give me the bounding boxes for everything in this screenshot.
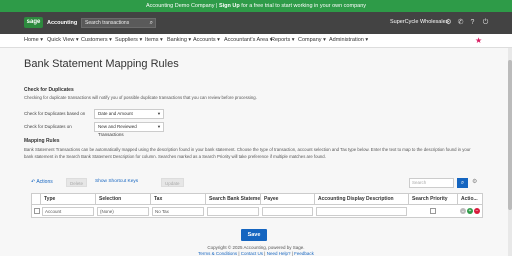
table-header: Type Selection Tax Search Bank Statement…: [31, 193, 483, 206]
terms-link[interactable]: Terms & Conditions: [198, 251, 237, 256]
duplicates-description: Checking for duplicate transactions will…: [24, 95, 257, 100]
gear-icon[interactable]: ⚙: [444, 18, 453, 27]
nav-customers[interactable]: Customers ▾: [81, 37, 112, 43]
nav-company[interactable]: Company ▾: [298, 37, 326, 43]
search-placeholder: Search transactions: [85, 20, 130, 26]
search-priority-checkbox[interactable]: [430, 208, 436, 214]
show-shortcut-keys-link[interactable]: Show Shortcut Keys: [95, 179, 138, 184]
trial-banner: Accounting Demo Company | Sign Up for a …: [0, 0, 512, 12]
phone-icon[interactable]: ✆: [456, 18, 465, 27]
chevron-down-icon: ▼: [157, 111, 161, 116]
app-name: Accounting: [47, 20, 78, 26]
contact-link[interactable]: Contact Us: [241, 251, 263, 256]
banner-text-prefix: Accounting Demo Company |: [146, 3, 219, 9]
search-bank-statement-cell[interactable]: [207, 207, 259, 216]
power-icon[interactable]: ⏻: [481, 18, 490, 27]
mapping-rules-heading: Mapping Rules: [24, 138, 60, 144]
save-button[interactable]: Save: [241, 229, 267, 241]
dup-on-value: New and Reviewed Transactions: [98, 124, 137, 137]
duplicates-heading: Check for Duplicates: [24, 87, 74, 93]
nav-banking[interactable]: Banking ▾: [167, 37, 191, 43]
nav-quick-view[interactable]: Quick View ▾: [47, 37, 79, 43]
feedback-link[interactable]: Feedback: [294, 251, 314, 256]
banner-text-suffix: for a free trial to start working in you…: [239, 3, 366, 9]
favourite-star-icon[interactable]: ★: [475, 36, 482, 45]
grid-search-input[interactable]: Search: [409, 178, 454, 188]
table-row: Account (None) No Tax ⌄ + −: [31, 205, 483, 218]
help-link[interactable]: Need Help?: [267, 251, 291, 256]
column-settings-icon[interactable]: ⚙: [472, 178, 477, 185]
nav-accountants-area[interactable]: Accountant's Area ▾: [224, 37, 272, 43]
update-button[interactable]: Update: [161, 178, 184, 187]
selection-cell[interactable]: (None): [97, 207, 149, 216]
sage-logo[interactable]: sage: [24, 17, 43, 28]
page-title: Bank Statement Mapping Rules: [24, 58, 179, 70]
dup-on-select[interactable]: New and Reviewed Transactions ▼: [94, 122, 164, 137]
nav-accounts[interactable]: Accounts ▾: [193, 37, 220, 43]
delete-button[interactable]: Delete: [66, 178, 88, 187]
description-cell[interactable]: [316, 207, 407, 216]
nav-administration[interactable]: Administration ▾: [329, 37, 368, 43]
nav-reports[interactable]: Reports ▾: [271, 37, 295, 43]
undo-icon: ↶: [31, 179, 36, 185]
grid-search-button[interactable]: ⌕: [457, 178, 468, 188]
chevron-down-icon[interactable]: ⌄: [460, 208, 466, 214]
type-cell[interactable]: Account: [42, 207, 94, 216]
dup-based-select[interactable]: Date and Amount ▼: [94, 109, 164, 119]
payee-cell[interactable]: [262, 207, 313, 216]
sign-up-link[interactable]: Sign Up: [219, 3, 240, 9]
main-nav: Home ▾ Quick View ▾ Customers ▾ Supplier…: [0, 34, 512, 48]
add-row-icon[interactable]: +: [467, 208, 473, 214]
company-name[interactable]: SuperCycle Wholesales: [390, 19, 448, 25]
search-icon[interactable]: ⌕: [150, 19, 153, 27]
dup-based-value: Date and Amount: [98, 111, 133, 116]
search-icon: ⌕: [460, 180, 465, 186]
dup-on-label: Check for Duplicates on: [24, 124, 72, 129]
mapping-description-2: bank statement in the Search Bank Statem…: [24, 154, 326, 159]
row-checkbox[interactable]: [34, 208, 40, 214]
chevron-down-icon: ▼: [157, 124, 161, 129]
transaction-search-input[interactable]: Search transactions ⌕: [81, 18, 156, 28]
footer-links: Terms & Conditions | Contact Us | Need H…: [198, 250, 314, 256]
nav-items[interactable]: Items ▾: [145, 37, 163, 43]
tax-cell[interactable]: No Tax: [152, 207, 204, 216]
footer: Copyright © 2025 Accounting, powered by …: [0, 245, 512, 256]
actions-label: Actions: [36, 179, 53, 185]
mapping-description-1: Bank Statement Transactions can be autom…: [24, 147, 471, 152]
grid-toolbar: ↶ Actions Delete Show Shortcut Keys Upda…: [31, 176, 483, 190]
top-bar: sage Accounting Search transactions ⌕ Su…: [0, 12, 512, 34]
actions-button[interactable]: ↶ Actions: [31, 179, 53, 185]
nav-home[interactable]: Home ▾: [24, 37, 43, 43]
nav-suppliers[interactable]: Suppliers ▾: [115, 37, 142, 43]
help-icon[interactable]: ?: [468, 18, 477, 27]
delete-row-icon[interactable]: −: [474, 208, 480, 214]
dup-based-label: Check for Duplicates based on: [24, 111, 86, 116]
page-scrollbar-thumb[interactable]: [508, 60, 512, 210]
